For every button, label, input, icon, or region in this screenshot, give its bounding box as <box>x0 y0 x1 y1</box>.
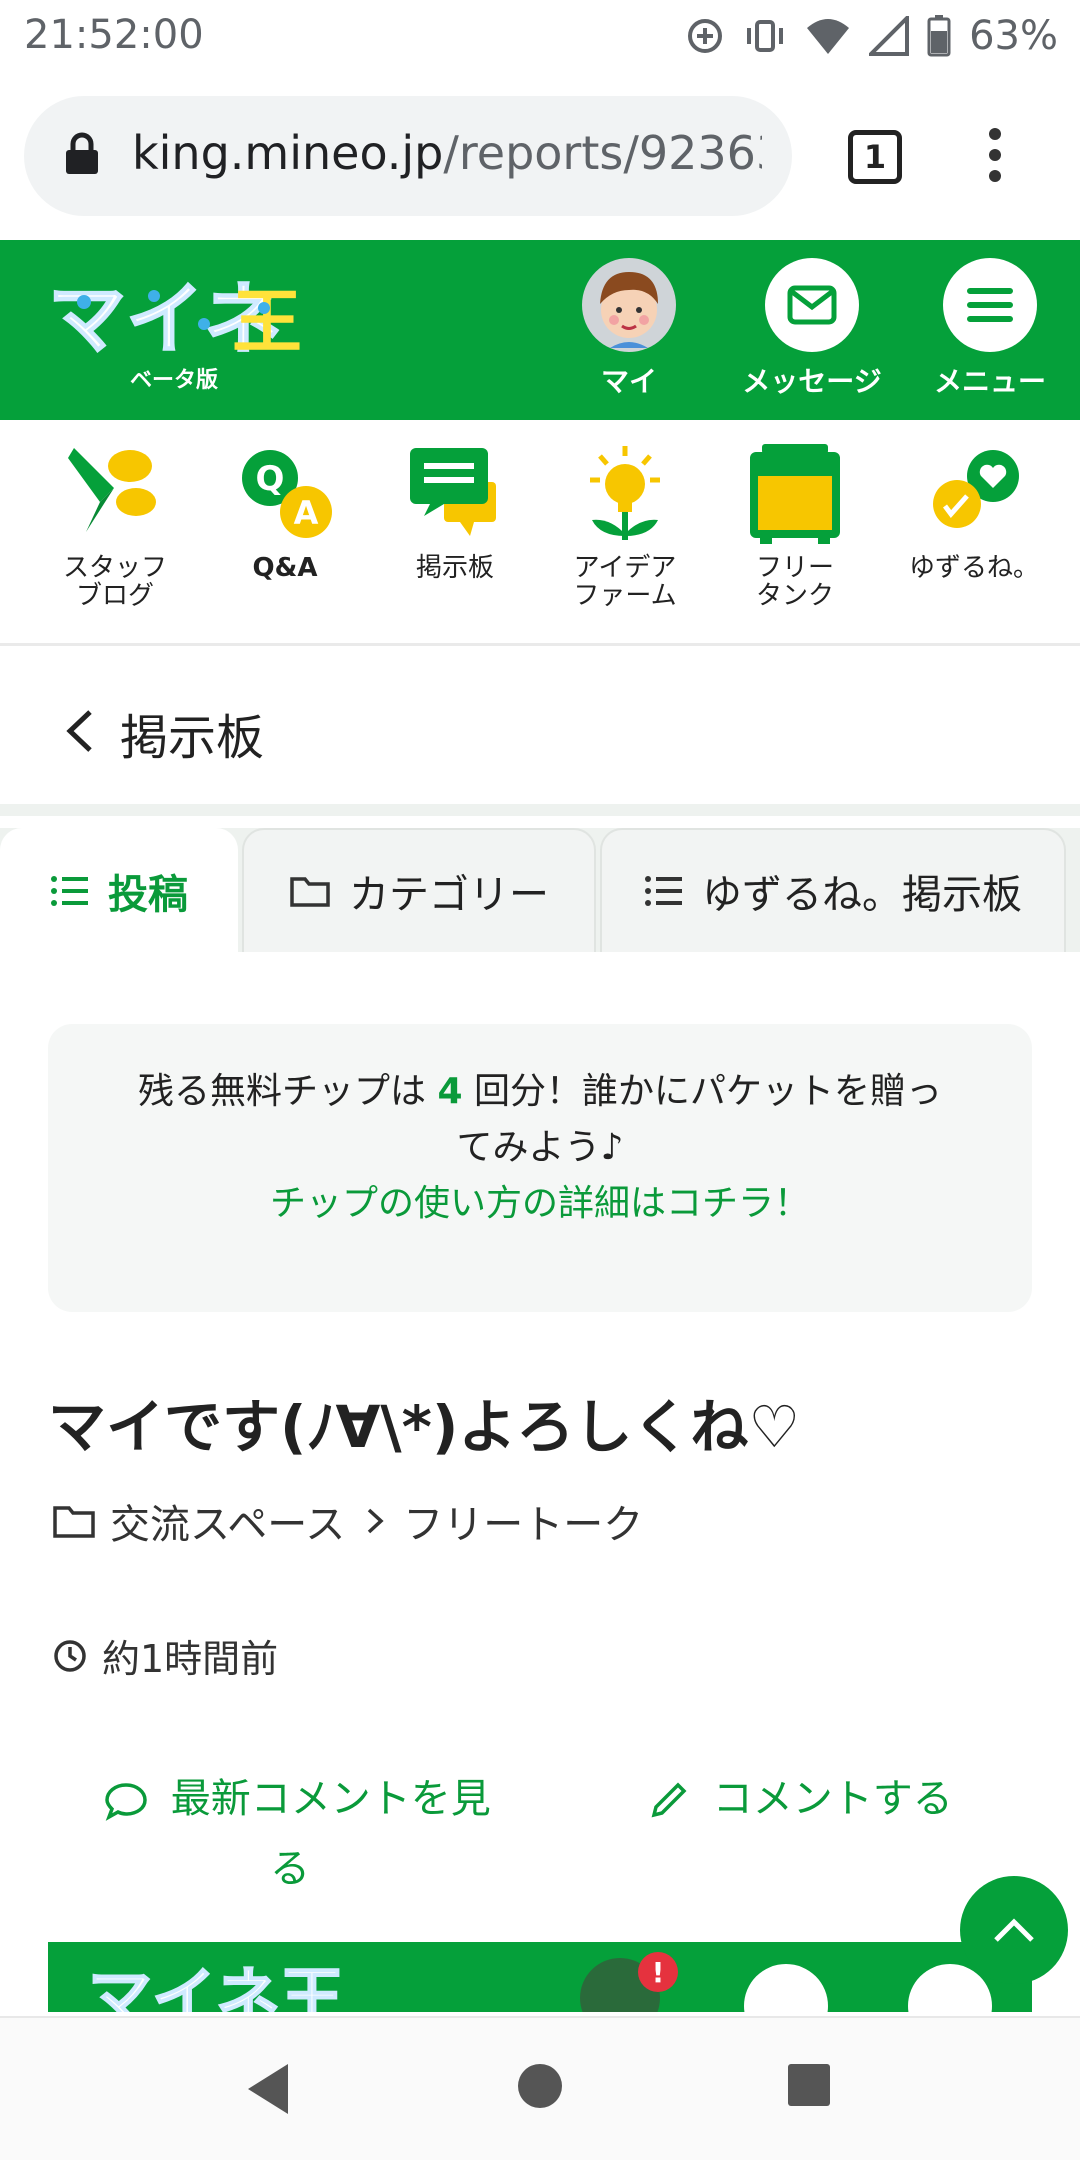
lock-icon <box>66 132 98 174</box>
signal-icon <box>869 16 910 56</box>
post-time: 約1時間前 <box>52 1628 278 1683</box>
qa-icon: QA <box>230 440 340 550</box>
site-logo[interactable]: マイネ 王 ベータ版 <box>44 266 304 396</box>
tab-label: カテゴリー <box>349 872 549 918</box>
vibrate-icon <box>747 20 784 52</box>
envelope-icon <box>765 258 859 352</box>
beta-label: ベータ版 <box>130 368 219 393</box>
scroll-to-top-button[interactable] <box>960 1876 1068 1984</box>
lightbulb-icon <box>570 440 680 550</box>
avatar <box>582 258 676 352</box>
clock: 21:52:00 <box>24 12 204 58</box>
service-label: 掲示板 <box>415 553 494 583</box>
speech-bubble-icon <box>105 1783 147 1821</box>
subcategory-link[interactable]: フリートーク <box>403 1492 643 1550</box>
user-button[interactable]: マイ <box>574 258 684 400</box>
home-icon[interactable] <box>516 2062 564 2110</box>
service-label: Q&A <box>252 553 318 583</box>
site-header: マイネ 王 ベータ版 マイ メッセージ メニュー <box>0 240 1080 420</box>
service-free-tank[interactable]: フリー タンク <box>720 440 870 610</box>
data-saver-icon <box>688 19 723 53</box>
battery-level: 63% <box>969 13 1058 59</box>
tab-yuzurune-board[interactable]: ゆずるね。掲示板 <box>600 828 1066 952</box>
board-icon <box>400 440 510 550</box>
service-staff-blog[interactable]: スタッフ ブログ <box>40 440 190 610</box>
folder-icon <box>290 877 330 907</box>
chevron-right-icon <box>368 1508 384 1534</box>
tab-category[interactable]: カテゴリー <box>242 828 596 952</box>
pencil-icon <box>651 1782 687 1818</box>
battery-icon <box>927 15 951 57</box>
tank-icon <box>740 440 850 550</box>
messages-button[interactable]: メッセージ <box>732 258 892 400</box>
breadcrumb: 交流スペース フリートーク <box>52 1492 643 1550</box>
service-idea-farm[interactable]: アイデア ファーム <box>550 440 700 610</box>
service-label: スタッフ ブログ <box>62 553 167 611</box>
hamburger-icon <box>943 258 1037 352</box>
recents-icon[interactable] <box>786 2062 832 2108</box>
tab-switcher-button[interactable]: 1 <box>848 130 902 184</box>
svg-text:王: 王 <box>232 281 302 363</box>
comment-button[interactable]: コメントする <box>646 1764 953 1834</box>
svg-text:A: A <box>294 494 319 532</box>
tab-bar: 投稿 カテゴリー ゆずるね。掲示板 <box>0 828 1080 952</box>
service-yuzurune[interactable]: ゆずるね。 <box>884 440 1064 582</box>
folder-icon <box>53 1506 95 1538</box>
tab-posts[interactable]: 投稿 <box>0 828 238 952</box>
service-board[interactable]: 掲示板 <box>380 440 530 582</box>
service-nav: スタッフ ブログ QA Q&A 掲示板 アイデア ファーム フリー タンク ゆずるね。 <box>0 420 1080 646</box>
list-icon <box>645 876 682 906</box>
back-chevron-icon[interactable] <box>64 708 94 754</box>
svg-text:!: ! <box>652 1956 665 1989</box>
service-qa[interactable]: QA Q&A <box>210 440 360 582</box>
post-title: マイです(ﾉ∀\*)よろしくね♡ <box>48 1393 801 1461</box>
page-title: 掲示板 <box>120 710 265 766</box>
service-label: フリー タンク <box>755 553 834 611</box>
address-bar[interactable]: king.mineo.jp/reports/92363 <box>24 96 792 216</box>
latest-comments-button[interactable]: 最新コメントを見 る <box>104 1764 504 1904</box>
heart-bubble-icon <box>919 440 1029 550</box>
browser-toolbar: king.mineo.jp/reports/92363 1 <box>0 72 1080 240</box>
menu-label: メニュー <box>933 365 1046 398</box>
page-header: 掲示板 <box>0 646 1080 816</box>
service-label: アイデア ファーム <box>573 553 677 611</box>
back-icon[interactable] <box>244 2062 292 2116</box>
svg-text:マイネ王: マイネ王 <box>88 1962 344 2012</box>
tip-count: 4 <box>437 1071 463 1112</box>
user-label: マイ <box>600 365 657 398</box>
more-options-icon[interactable] <box>980 128 1010 188</box>
wifi-icon <box>807 19 850 54</box>
category-link[interactable]: 交流スペース <box>110 1492 345 1550</box>
tab-label: 投稿 <box>108 872 188 918</box>
svg-text:Q: Q <box>256 459 285 499</box>
embedded-screenshot-image: マイネ王 ! <box>48 1942 1032 2012</box>
messages-label: メッセージ <box>742 365 882 398</box>
logo-image: マイネ 王 <box>47 274 302 366</box>
service-label: ゆずるね。 <box>908 553 1039 583</box>
post-time-text: 約1時間前 <box>102 1637 279 1681</box>
status-bar: 21:52:00 63% <box>0 0 1080 72</box>
tip-notice: 残る無料チップは 4 回分！誰かにパケットを贈っ てみよう♪ チップの使い方の詳… <box>48 1024 1032 1312</box>
tab-label: ゆずるね。掲示板 <box>702 872 1022 918</box>
list-icon <box>51 876 88 906</box>
tip-help-link[interactable]: チップの使い方の詳細はコチラ！ <box>48 1176 1032 1232</box>
post-content: 残る無料チップは 4 回分！誰かにパケットを贈っ てみよう♪ チップの使い方の詳… <box>0 952 1080 2012</box>
system-nav-bar <box>0 2016 1080 2160</box>
chevron-up-icon <box>994 1918 1034 1942</box>
clock-icon <box>54 1639 86 1672</box>
pen-chat-icon <box>60 440 170 550</box>
url-text[interactable]: king.mineo.jp/reports/92363 <box>132 126 762 180</box>
menu-button[interactable]: メニュー <box>922 258 1058 400</box>
